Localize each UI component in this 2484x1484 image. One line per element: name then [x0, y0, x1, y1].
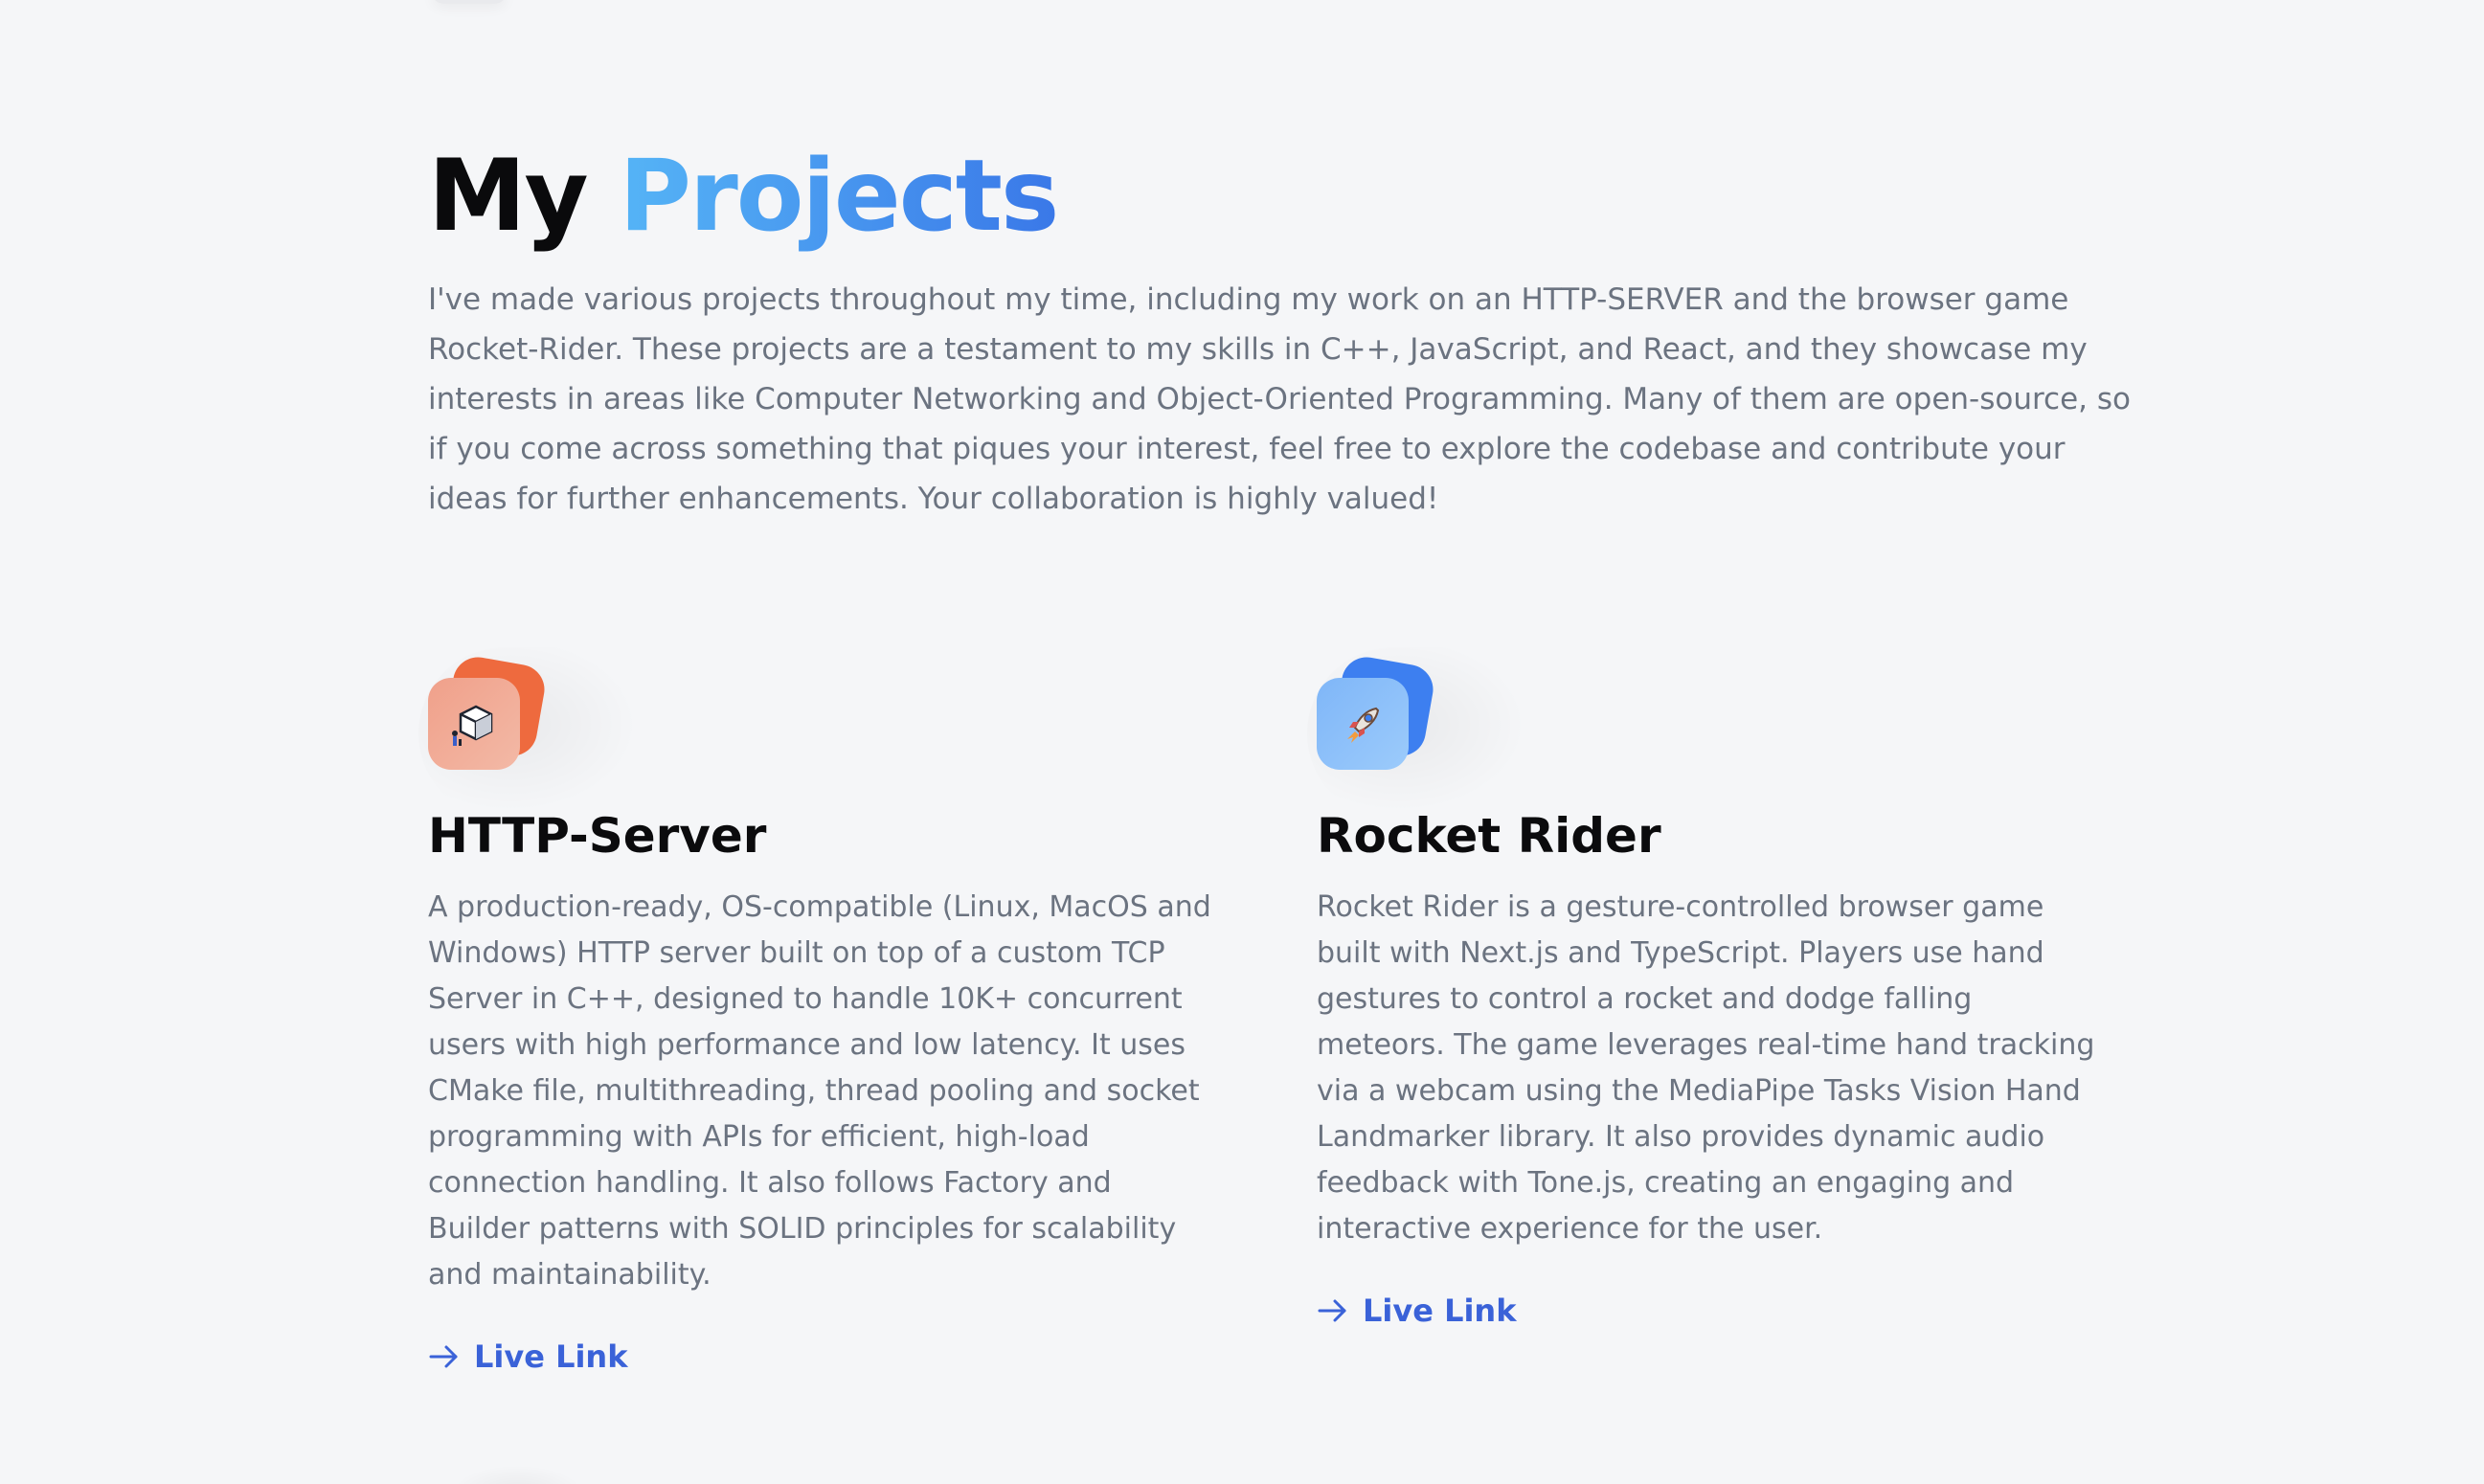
project-icon-badge	[1307, 647, 1537, 820]
project-description: A production-ready, OS-compatible (Linux…	[428, 890, 1211, 1292]
arrow-right-icon	[1318, 1299, 1346, 1322]
heading-plain: My	[428, 139, 589, 254]
arrow-right-icon	[429, 1345, 458, 1368]
live-link-button[interactable]: Live Link	[428, 1338, 627, 1375]
section-intro: I've made various projects throughout my…	[428, 282, 2131, 516]
heading-accent: Projects	[619, 139, 1060, 254]
section-heading: My Projects	[428, 134, 1060, 259]
previous-section-edge	[431, 0, 508, 4]
server-cube-icon	[452, 705, 493, 746]
live-link-button[interactable]: Live Link	[1317, 1293, 1516, 1329]
rocket-icon	[1347, 707, 1380, 743]
project-icon-badge	[418, 647, 648, 820]
project-card-rocket-rider: Rocket Rider Rocket Rider is a gesture-c…	[1307, 647, 2102, 1329]
next-card-edge	[450, 1465, 584, 1484]
live-link-label: Live Link	[1363, 1293, 1517, 1329]
live-link-label: Live Link	[474, 1338, 628, 1375]
project-description: Rocket Rider is a gesture-controlled bro…	[1317, 890, 2095, 1246]
project-title: HTTP-Server	[428, 808, 767, 864]
project-title: Rocket Rider	[1317, 808, 1661, 864]
project-card-http-server: HTTP-Server A production-ready, OS-compa…	[418, 647, 1213, 1375]
